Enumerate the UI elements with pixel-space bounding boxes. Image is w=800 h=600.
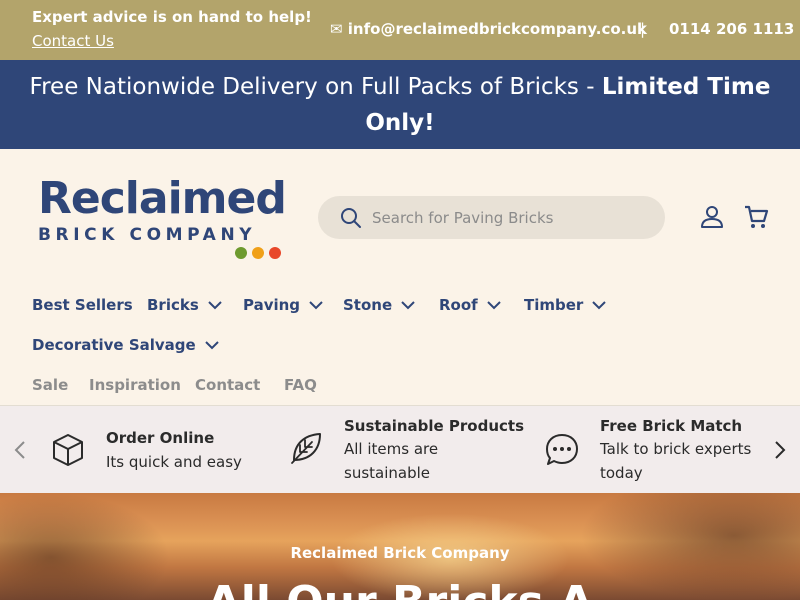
- subnav-sale[interactable]: Sale: [32, 376, 68, 394]
- nav-item-label: Bricks: [147, 296, 199, 314]
- logo-line2: BRICK COMPANY: [38, 225, 257, 245]
- cart-icon[interactable]: [743, 204, 769, 230]
- logo-line1: Reclaimed: [38, 173, 287, 224]
- nav-item-label: Timber: [524, 296, 584, 314]
- chevron-left-icon[interactable]: [12, 440, 28, 460]
- email-link[interactable]: ✉ info@reclaimedbrickcompany.co.uk: [330, 20, 647, 38]
- subnav-inspiration[interactable]: Inspiration: [89, 376, 181, 394]
- chat-icon: [546, 434, 578, 465]
- chevron-down-icon: [401, 301, 415, 310]
- hero-banner: Reclaimed Brick Company All Our Bricks A: [0, 493, 800, 600]
- subnav-faq[interactable]: FAQ: [284, 376, 317, 394]
- nav-item-label: Paving: [243, 296, 301, 314]
- contact-us-link[interactable]: Contact Us: [32, 32, 114, 50]
- subnav-contact[interactable]: Contact: [195, 376, 260, 394]
- logo[interactable]: Reclaimed BRICK COMPANY: [38, 173, 288, 246]
- chevron-down-icon: [205, 341, 219, 350]
- logo-dots: [235, 247, 281, 259]
- search-input[interactable]: [372, 196, 657, 239]
- nav-item-label: Stone: [343, 296, 393, 314]
- logo-dot-orange: [252, 247, 264, 259]
- hero-eyebrow: Reclaimed Brick Company: [290, 544, 510, 562]
- nav-item-decorative-salvage[interactable]: Decorative Salvage: [32, 336, 220, 354]
- feature-title: Sustainable Products: [344, 417, 525, 435]
- chevron-down-icon: [592, 301, 607, 310]
- leaf-icon: [291, 433, 321, 464]
- features-strip: Order Online Its quick and easy Sustaina…: [0, 405, 800, 493]
- nav-item-label: Best Sellers: [32, 296, 133, 314]
- chevron-down-icon: [208, 301, 222, 310]
- nav-item-roof[interactable]: Roof: [439, 296, 502, 314]
- user-icon[interactable]: [699, 204, 725, 230]
- search-icon[interactable]: [340, 207, 362, 229]
- promo-banner: Free Nationwide Delivery on Full Packs o…: [0, 60, 800, 149]
- logo-dot-red: [269, 247, 281, 259]
- nav-item-label: Decorative Salvage: [32, 336, 196, 354]
- nav-item-bricks[interactable]: Bricks: [147, 296, 223, 314]
- chevron-down-icon: [309, 301, 323, 310]
- feature-title: Free Brick Match: [600, 417, 743, 435]
- nav-item-paving[interactable]: Paving: [243, 296, 324, 314]
- nav-item-stone[interactable]: Stone: [343, 296, 416, 314]
- box-icon: [53, 434, 83, 466]
- nav-item-best-sellers[interactable]: Best Sellers: [32, 296, 133, 314]
- feature-text: All items are sustainable: [344, 440, 439, 482]
- phone-link[interactable]: 0114 206 1113: [669, 20, 794, 38]
- site-header: Reclaimed BRICK COMPANY Best Sellers Bri…: [0, 149, 800, 405]
- search-bar[interactable]: [318, 196, 665, 239]
- logo-dot-green: [235, 247, 247, 259]
- top-bar: Expert advice is on hand to help! Contac…: [0, 0, 800, 60]
- feature-text: Talk to brick experts today: [600, 440, 752, 482]
- advice-text: Expert advice is on hand to help!: [32, 8, 312, 26]
- feature-text: Its quick and easy: [106, 453, 242, 471]
- separator: |: [640, 20, 646, 38]
- hero-headline: All Our Bricks A: [0, 577, 800, 600]
- feature-title: Order Online: [106, 429, 215, 447]
- nav-item-timber[interactable]: Timber: [524, 296, 607, 314]
- promo-text: Free Nationwide Delivery on Full Packs o…: [29, 74, 602, 100]
- chevron-right-icon[interactable]: [772, 440, 788, 460]
- nav-item-label: Roof: [439, 296, 478, 314]
- chevron-down-icon: [486, 301, 501, 310]
